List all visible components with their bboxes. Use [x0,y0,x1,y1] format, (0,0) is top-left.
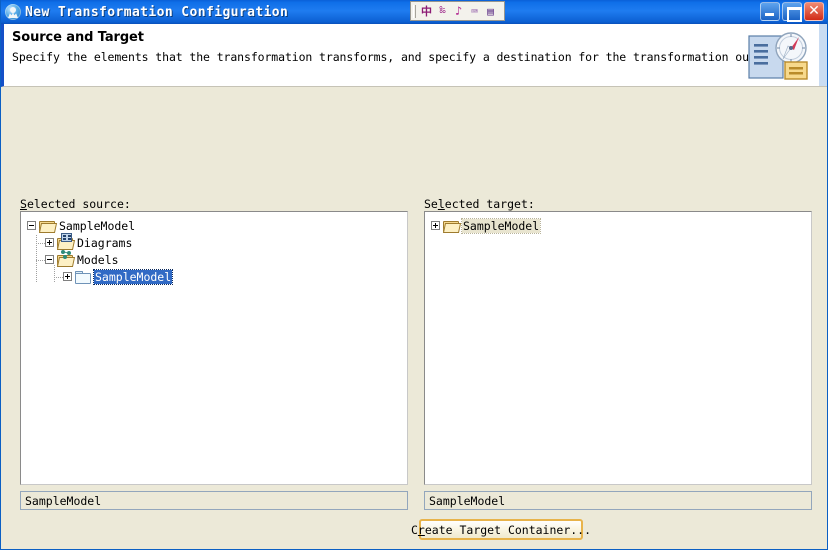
tree-item-models[interactable]: Models [27,250,407,268]
ime-drag-handle[interactable] [413,4,416,18]
tree-item-label: SampleModel [59,218,136,233]
ime-fullwidth-icon[interactable]: ‰ [435,4,450,19]
tree-item-samplemodel-root[interactable]: SampleModel [27,217,407,234]
transformation-document-icon [747,28,815,84]
tree-item-label-selected: SampleModel [460,217,542,234]
minimize-button[interactable] [760,2,780,21]
tree-item-samplemodel-selected[interactable]: SampleModel [27,268,407,285]
window-title: New Transformation Configuration [25,4,289,20]
diagram-badge-icon [61,233,72,242]
source-value-field[interactable]: SampleModel [20,491,408,510]
dialog-window: New Transformation Configuration 中 ‰ ♪ ⌨… [0,0,828,550]
create-button-mnemonic: r [417,522,425,537]
folder-open-icon [39,218,55,233]
target-label: Selected target: [424,197,535,211]
tree-expander-plus-icon[interactable] [63,272,72,281]
source-label-mnemonic: S [20,197,27,211]
target-tree[interactable]: SampleModel [424,211,812,485]
target-label-prefix: Se [424,197,438,211]
ime-language-icon[interactable]: 中 [419,4,434,19]
close-icon: ✕ [808,3,820,19]
header-right-strip [819,24,827,86]
title-bar[interactable]: New Transformation Configuration 中 ‰ ♪ ⌨… [1,0,827,24]
ime-keyboard-icon[interactable]: ⌨ [467,4,482,19]
source-tree[interactable]: SampleModel Diagrams Models SampleModel [20,211,408,485]
target-value-field[interactable]: SampleModel [424,491,812,510]
tree-expander-minus-icon[interactable] [45,255,54,264]
folder-open-icon [57,250,73,267]
window-controls: ✕ [760,2,824,22]
tree-item-label: Models [77,252,119,267]
tree-expander-minus-icon[interactable] [27,221,36,230]
ime-toolbar[interactable]: 中 ‰ ♪ ⌨ ▤ [410,1,505,21]
tree-item-label-selected: SampleModel [92,268,174,285]
target-label-text: ected target: [444,197,535,211]
folder-open-icon [57,233,73,250]
wizard-header: Source and Target Specify the elements t… [1,24,827,87]
dialog-body: Selected source: SampleModel Diagrams Mo… [1,87,827,540]
ime-punctuation-icon[interactable]: ♪ [451,4,466,19]
tree-item-label: Diagrams [77,235,133,250]
create-button-prefix: C [410,522,418,537]
tree-expander-plus-icon[interactable] [45,238,54,247]
ime-softkeyboard-icon[interactable]: ▤ [483,4,498,19]
tree-expander-plus-icon[interactable] [431,221,440,230]
page-description: Specify the elements that the transforma… [12,50,784,64]
source-label-text: elected source: [26,197,131,211]
models-badge-icon [61,250,72,259]
tree-item-diagrams[interactable]: Diagrams [27,233,407,251]
tree-item-samplemodel-target[interactable]: SampleModel [431,217,811,234]
create-target-container-button[interactable]: Cr eate Target Container... [411,519,591,540]
app-icon [5,4,21,20]
page-title: Source and Target [12,30,144,45]
source-label: Selected source: [20,197,131,211]
close-button[interactable]: ✕ [804,2,824,21]
target-label-mnemonic: l [437,197,445,211]
create-button-label: eate Target Container... [424,522,592,537]
folder-closed-icon [75,269,91,284]
maximize-button[interactable] [782,2,802,22]
folder-open-icon [443,218,459,233]
